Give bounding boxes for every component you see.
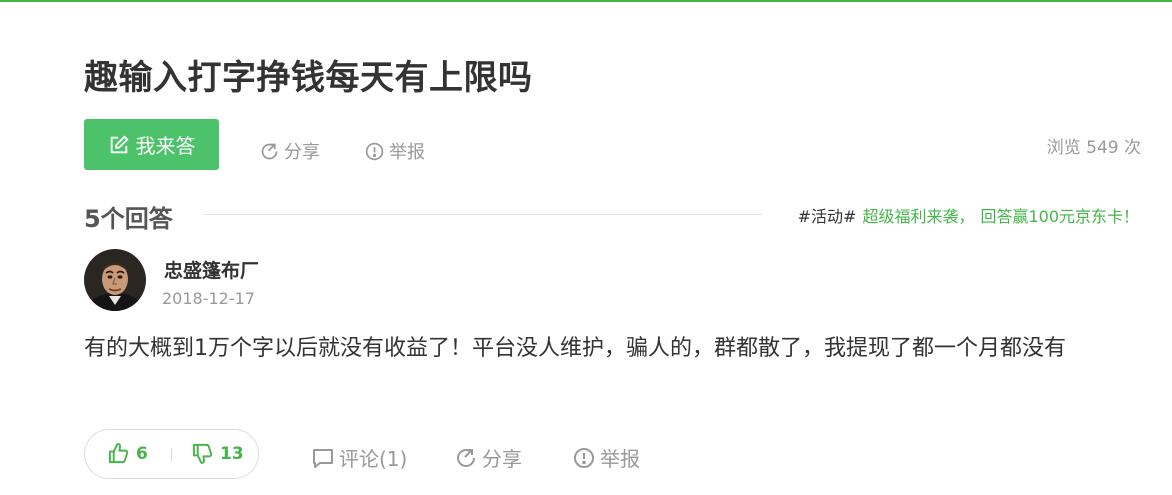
edit-icon xyxy=(110,134,129,153)
promo-link-1[interactable]: 超级福利来袭， xyxy=(862,203,974,227)
section-divider xyxy=(203,214,763,215)
like-count: 6 xyxy=(136,443,148,464)
answer-date: 2018-12-17 xyxy=(162,289,255,308)
like-button[interactable]: 6 xyxy=(107,442,148,465)
avatar[interactable] xyxy=(84,249,146,311)
comment-icon xyxy=(313,448,333,468)
answer-report-button[interactable]: 举报 xyxy=(572,443,640,472)
warning-icon xyxy=(365,142,384,160)
comment-label: 评论(1) xyxy=(339,447,408,471)
report-button[interactable]: 举报 xyxy=(364,138,425,164)
dislike-count: 13 xyxy=(220,443,244,464)
view-count: 浏览 549 次 xyxy=(1046,138,1141,158)
answer-report-label: 举报 xyxy=(600,447,640,471)
vote-separator xyxy=(171,448,172,462)
promo-tag: #活动# xyxy=(797,207,857,226)
dislike-button[interactable]: 13 xyxy=(191,442,244,465)
share-button[interactable]: 分享 xyxy=(259,138,320,164)
answer-share-button[interactable]: 分享 xyxy=(454,443,522,472)
top-accent-line xyxy=(0,0,1172,2)
share-label: 分享 xyxy=(284,142,320,163)
comment-button[interactable]: 评论(1) xyxy=(311,443,407,472)
answer-share-label: 分享 xyxy=(482,447,522,471)
question-title: 趣输入打字挣钱每天有上限吗 xyxy=(84,58,533,98)
report-label: 举报 xyxy=(389,142,425,163)
answers-count: 5个回答 xyxy=(84,205,173,233)
thumbs-up-icon xyxy=(108,442,129,464)
vote-box: 6 13 xyxy=(84,429,259,479)
share-icon xyxy=(261,143,278,159)
answer-text: 有的大概到1万个字以后就没有收益了！平台没人维护，骗人的，群都散了，我提现了都一… xyxy=(84,336,1067,361)
promo-link-2[interactable]: 回答赢100元京东卡！ xyxy=(980,203,1139,227)
answer-button-label: 我来答 xyxy=(135,134,196,158)
answer-button[interactable]: 我来答 xyxy=(84,119,219,170)
promo-banner: #活动# 超级福利来袭， 回答赢100元京东卡！ xyxy=(798,203,1139,227)
share-icon xyxy=(457,448,476,467)
avatar-image xyxy=(84,249,146,311)
author-name[interactable]: 忠盛篷布厂 xyxy=(164,256,259,283)
thumbs-down-icon xyxy=(192,443,213,465)
warning-icon xyxy=(574,447,594,468)
